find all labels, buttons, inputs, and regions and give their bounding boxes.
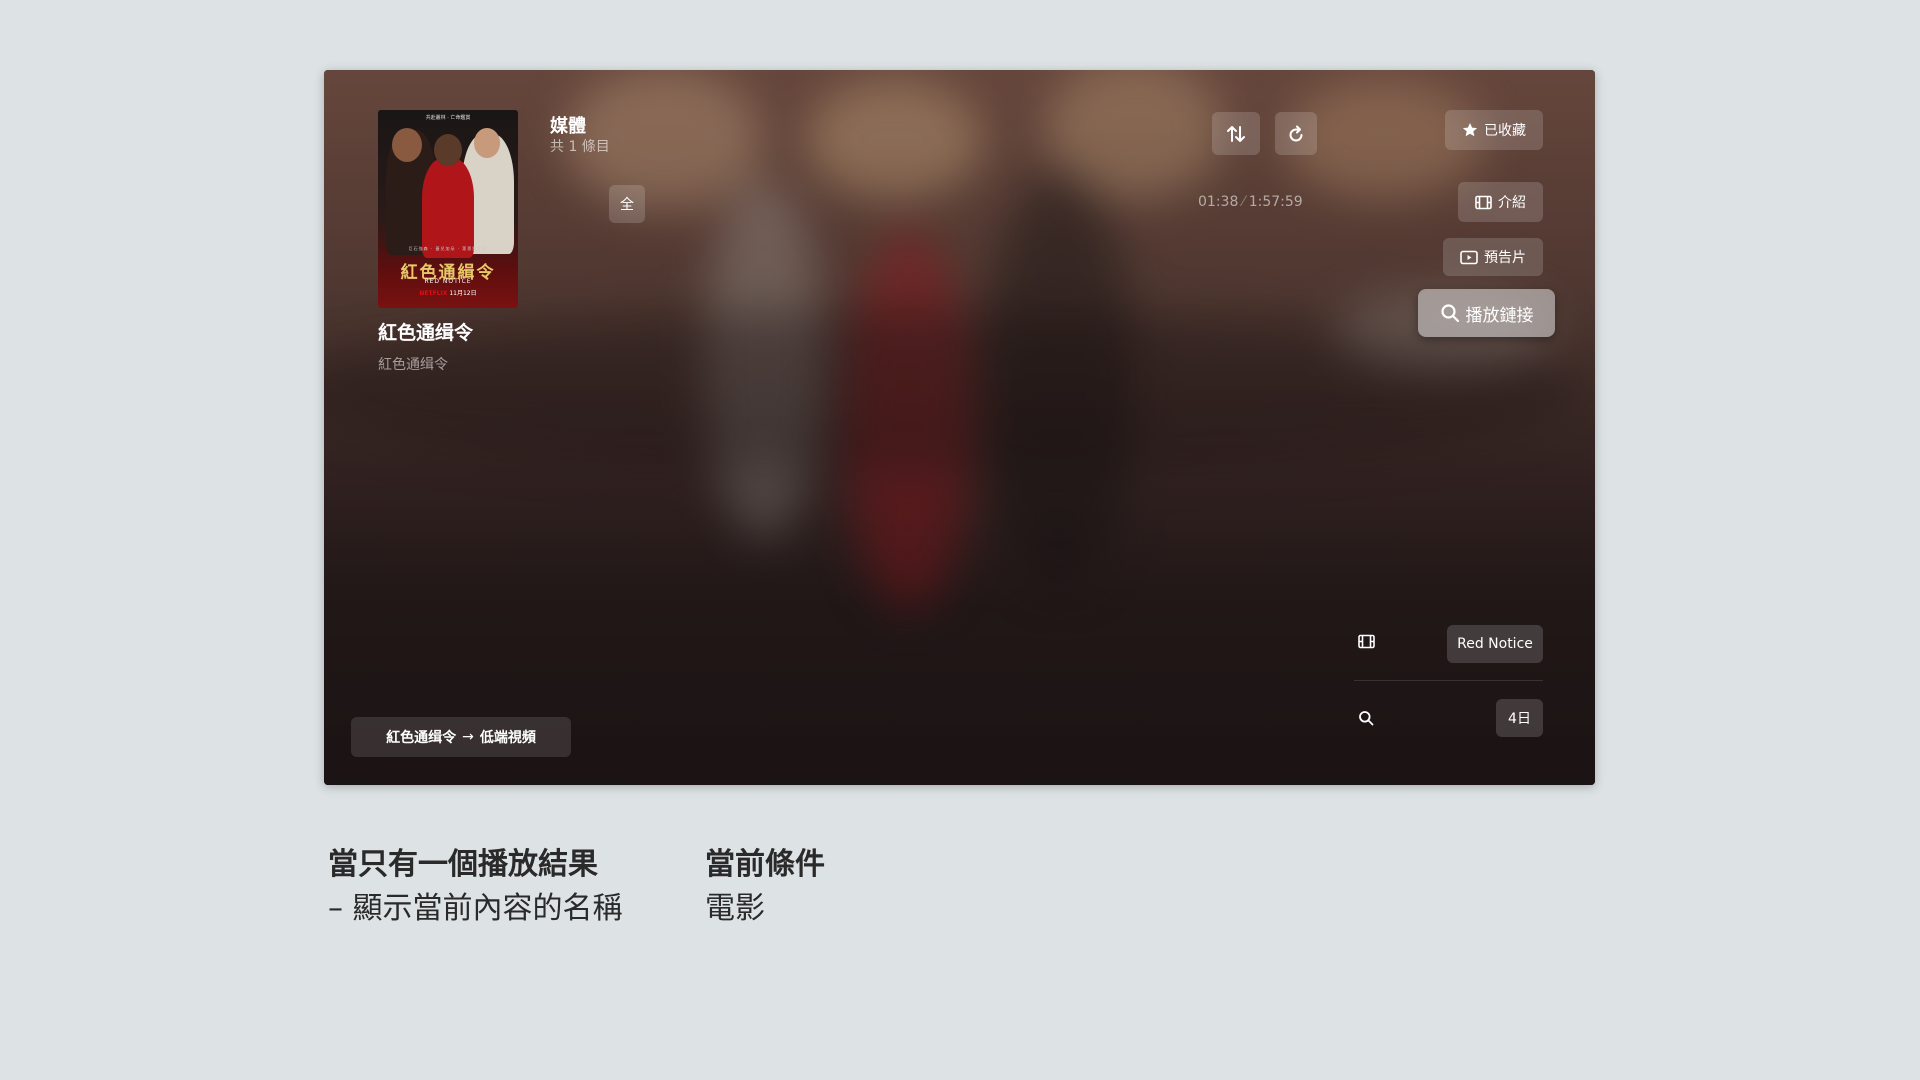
refresh-icon (1286, 124, 1306, 144)
divider (1354, 680, 1543, 681)
play-link-label: 播放鏈接 (1465, 305, 1534, 326)
media-item-count: 共 1 條目 (550, 139, 610, 155)
star-icon (1462, 122, 1478, 138)
all-filter-button[interactable]: 全 (609, 185, 645, 223)
favorite-button[interactable]: 已收藏 (1445, 110, 1543, 150)
poster-title-en: RED NOTICE (424, 278, 472, 285)
all-label: 全 (620, 197, 634, 213)
playback-position: 01:38 (1198, 194, 1239, 210)
item-subtitle: 紅色通缉令 (378, 357, 448, 373)
right-arrow-icon: → (462, 729, 474, 745)
path-from: 紅色通缉令 (386, 730, 457, 746)
caption-left: 當只有一個播放結果 – 顯示當前內容的名稱 (328, 843, 623, 931)
path-indicator[interactable]: 紅色通缉令 → 低端視頻 (351, 717, 571, 757)
playback-time: 01:38 ⁄ 1:57:59 (1198, 194, 1303, 210)
sort-arrows-icon (1225, 123, 1247, 145)
intro-label: 介紹 (1498, 195, 1526, 211)
original-name-badge[interactable]: Red Notice (1447, 625, 1543, 663)
caption-right-sub: 電影 (705, 891, 765, 926)
original-name: Red Notice (1457, 636, 1533, 652)
item-title: 紅色通缉令 (378, 322, 474, 344)
intro-button[interactable]: 介紹 (1458, 182, 1543, 222)
date-badge[interactable]: 4日 (1496, 699, 1543, 737)
poster-footer: NETFLIX 11月12日 (388, 288, 508, 297)
trailer-label: 預告片 (1484, 250, 1526, 266)
poster-tagline: 共赴叢林 · 亡命鑑賞 (425, 115, 471, 121)
poster-cast: 巨石強森 · 蓋兒加朵 · 萊恩雷諾斯 (408, 246, 488, 251)
trailer-button[interactable]: 預告片 (1443, 238, 1543, 276)
search-icon (1358, 710, 1374, 730)
search-icon (1440, 303, 1460, 323)
caption-right-title: 當前條件 (705, 847, 825, 882)
poster-date: 11月12日 (449, 290, 477, 297)
time-separator: ⁄ (1242, 194, 1245, 210)
date-label: 4日 (1508, 711, 1531, 727)
caption-right: 當前條件 電影 (705, 843, 825, 931)
play-video-icon (1460, 250, 1478, 265)
poster-brand: NETFLIX (419, 290, 448, 297)
film-icon (1475, 195, 1492, 210)
caption-left-title: 當只有一個播放結果 (328, 847, 598, 882)
caption-left-sub: – 顯示當前內容的名稱 (328, 891, 623, 926)
path-to: 低端視頻 (479, 730, 536, 746)
refresh-button[interactable] (1275, 112, 1317, 155)
media-detail-panel: 共赴叢林 · 亡命鑑賞 巨石強森 · 蓋兒加朵 · 萊恩雷諾斯 紅色通緝令 RE… (324, 70, 1595, 785)
playback-duration: 1:57:59 (1248, 194, 1303, 210)
media-section-label: 媒體 (550, 116, 586, 137)
film-icon (1358, 634, 1375, 653)
sort-button[interactable] (1212, 112, 1260, 155)
play-link-button[interactable]: 播放鏈接 (1418, 289, 1555, 337)
favorite-label: 已收藏 (1484, 123, 1526, 139)
movie-poster[interactable]: 共赴叢林 · 亡命鑑賞 巨石強森 · 蓋兒加朵 · 萊恩雷諾斯 紅色通緝令 RE… (378, 110, 518, 308)
